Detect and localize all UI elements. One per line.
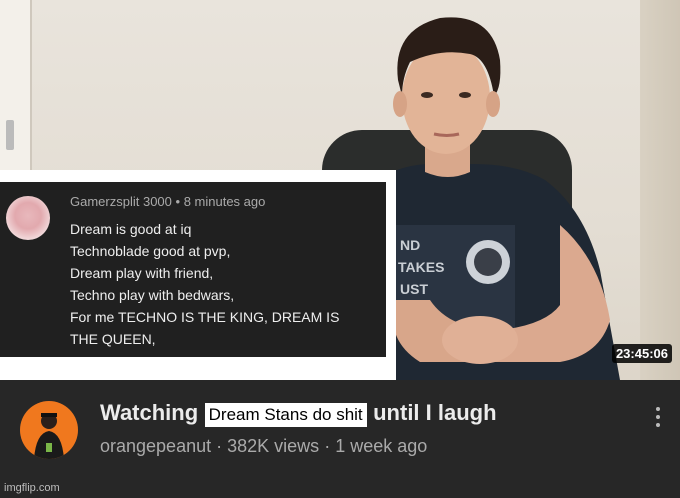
comment-body: Dream is good at iq Technoblade good at … — [70, 218, 380, 350]
comment-header: Gamerzsplit 3000 • 8 minutes ago — [70, 194, 265, 209]
meta-dot: · — [324, 436, 336, 456]
comment-line: Dream is good at iq — [70, 221, 192, 237]
channel-avatar-figure — [34, 413, 64, 459]
svg-text:ND: ND — [400, 237, 420, 253]
title-end: until I laugh — [373, 400, 497, 425]
comment-line: Technoblade good at pvp, — [70, 243, 231, 259]
comment-screenshot: Gamerzsplit 3000 • 8 minutes ago Dream i… — [0, 170, 396, 380]
channel-name[interactable]: orangepeanut — [100, 436, 211, 456]
comment-line: For me TECHNO IS THE KING, DREAM IS — [70, 309, 340, 325]
comment-time: 8 minutes ago — [183, 194, 266, 209]
meme-caption: Dream Stans do shit — [204, 403, 367, 427]
view-count: 382K views — [227, 436, 320, 456]
title-start: Watching — [100, 400, 199, 425]
imgflip-watermark: imgflip.com — [4, 482, 60, 494]
channel-avatar[interactable] — [20, 401, 78, 459]
video-meta: orangepeanut · 382K views · 1 week ago — [100, 436, 427, 457]
comment-separator: • — [175, 194, 184, 209]
comment-card: Gamerzsplit 3000 • 8 minutes ago Dream i… — [0, 182, 386, 357]
more-options-icon[interactable] — [651, 404, 665, 430]
comment-line: THE QUEEN, — [70, 331, 156, 347]
video-title[interactable]: Watching Dream Stans do shit until I lau… — [100, 400, 497, 430]
comment-author[interactable]: Gamerzsplit 3000 — [70, 194, 172, 209]
commenter-avatar[interactable] — [6, 196, 50, 240]
comment-line: Dream play with friend, — [70, 265, 214, 281]
svg-text:TAKES: TAKES — [398, 259, 444, 275]
video-timestamp: 23:45:06 — [611, 344, 672, 363]
upload-age: 1 week ago — [335, 436, 428, 456]
meta-dot: · — [216, 436, 228, 456]
svg-text:UST: UST — [400, 281, 428, 297]
video-info-bar: Watching Dream Stans do shit until I lau… — [0, 380, 680, 498]
comment-line: Techno play with bedwars, — [70, 287, 235, 303]
